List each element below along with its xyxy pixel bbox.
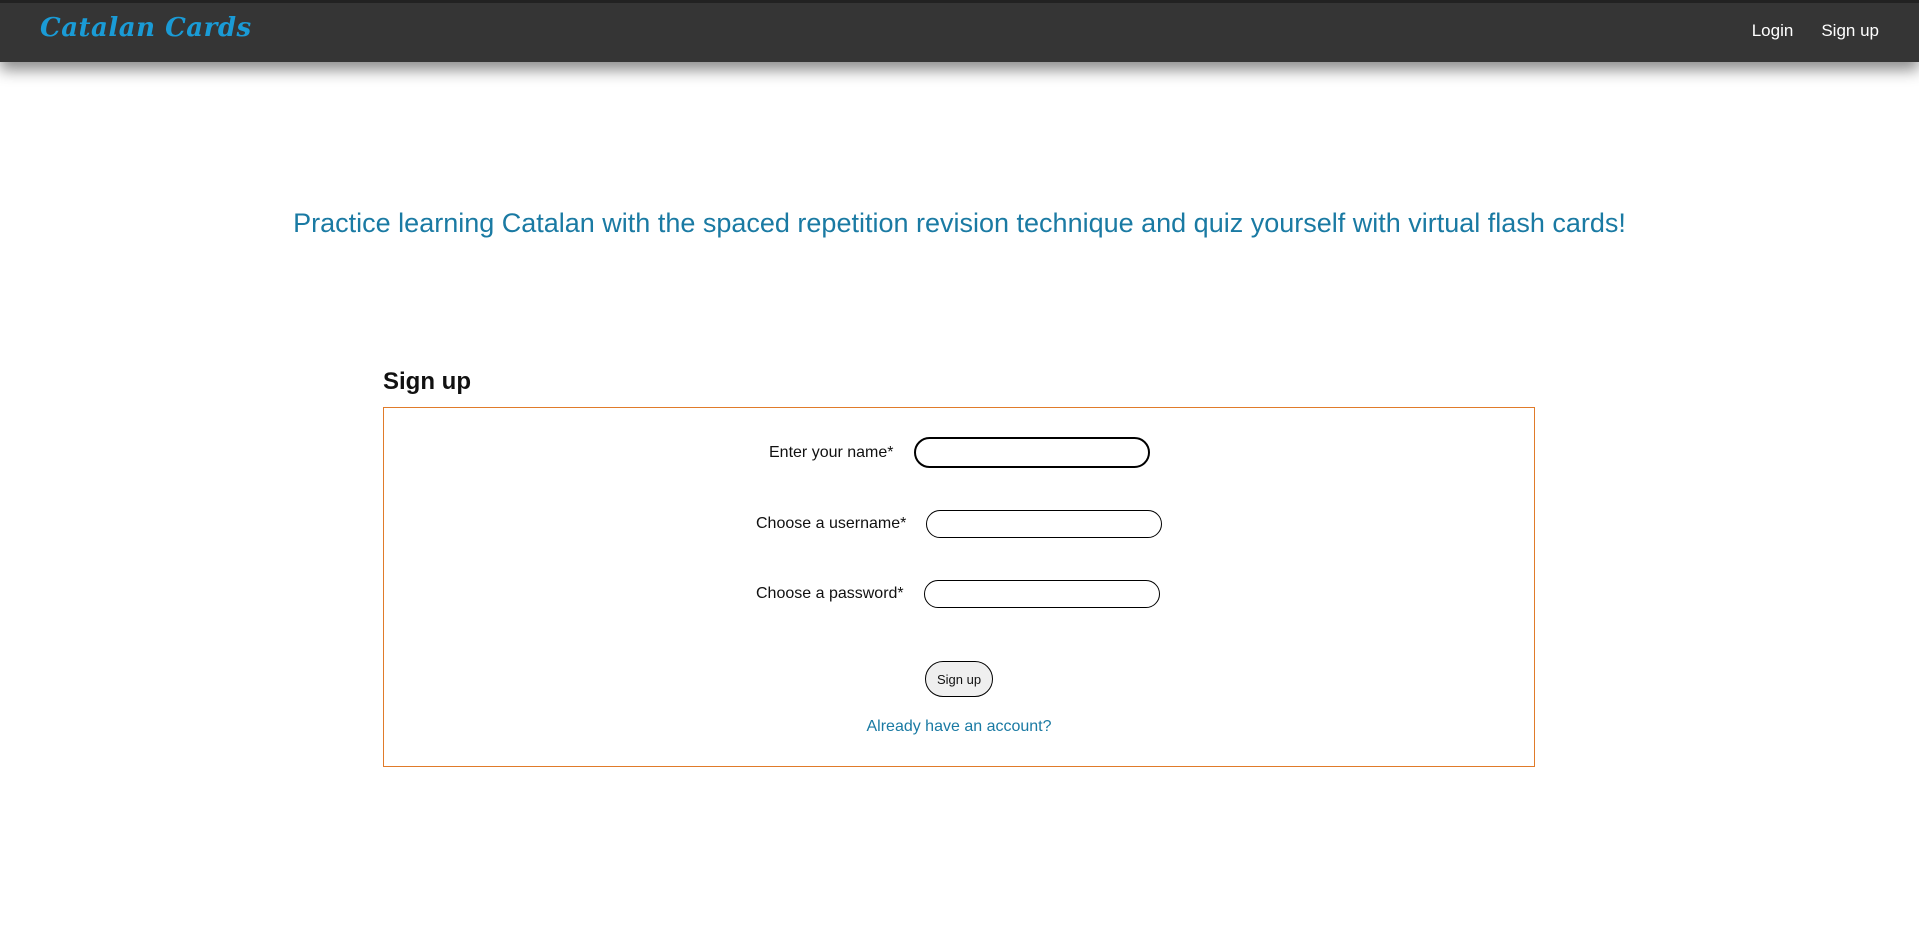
username-row: Choose a username* (756, 510, 1163, 538)
name-row: Enter your name* (769, 437, 1150, 468)
nav-links: Login Sign up (1752, 21, 1879, 41)
username-input[interactable] (926, 510, 1163, 538)
brand-logo[interactable]: Catalan Cards (40, 13, 252, 43)
hero-tagline: Practice learning Catalan with the space… (293, 208, 1626, 238)
password-input[interactable] (923, 580, 1160, 608)
name-input[interactable] (913, 437, 1150, 468)
name-label: Enter your name* (769, 443, 894, 461)
top-navbar: Catalan Cards Login Sign up (0, 0, 1919, 62)
username-label: Choose a username* (756, 515, 907, 532)
form-title: Sign up (383, 368, 471, 395)
password-row: Choose a password* (756, 580, 1160, 608)
nav-signup-link[interactable]: Sign up (1821, 21, 1879, 41)
already-have-account-link[interactable]: Already have an account? (384, 718, 1534, 736)
signup-submit-button[interactable]: Sign up (925, 661, 993, 697)
password-label: Choose a password* (756, 585, 904, 602)
signup-form: Enter your name* Choose a username* Choo… (383, 407, 1535, 767)
nav-login-link[interactable]: Login (1752, 21, 1794, 41)
